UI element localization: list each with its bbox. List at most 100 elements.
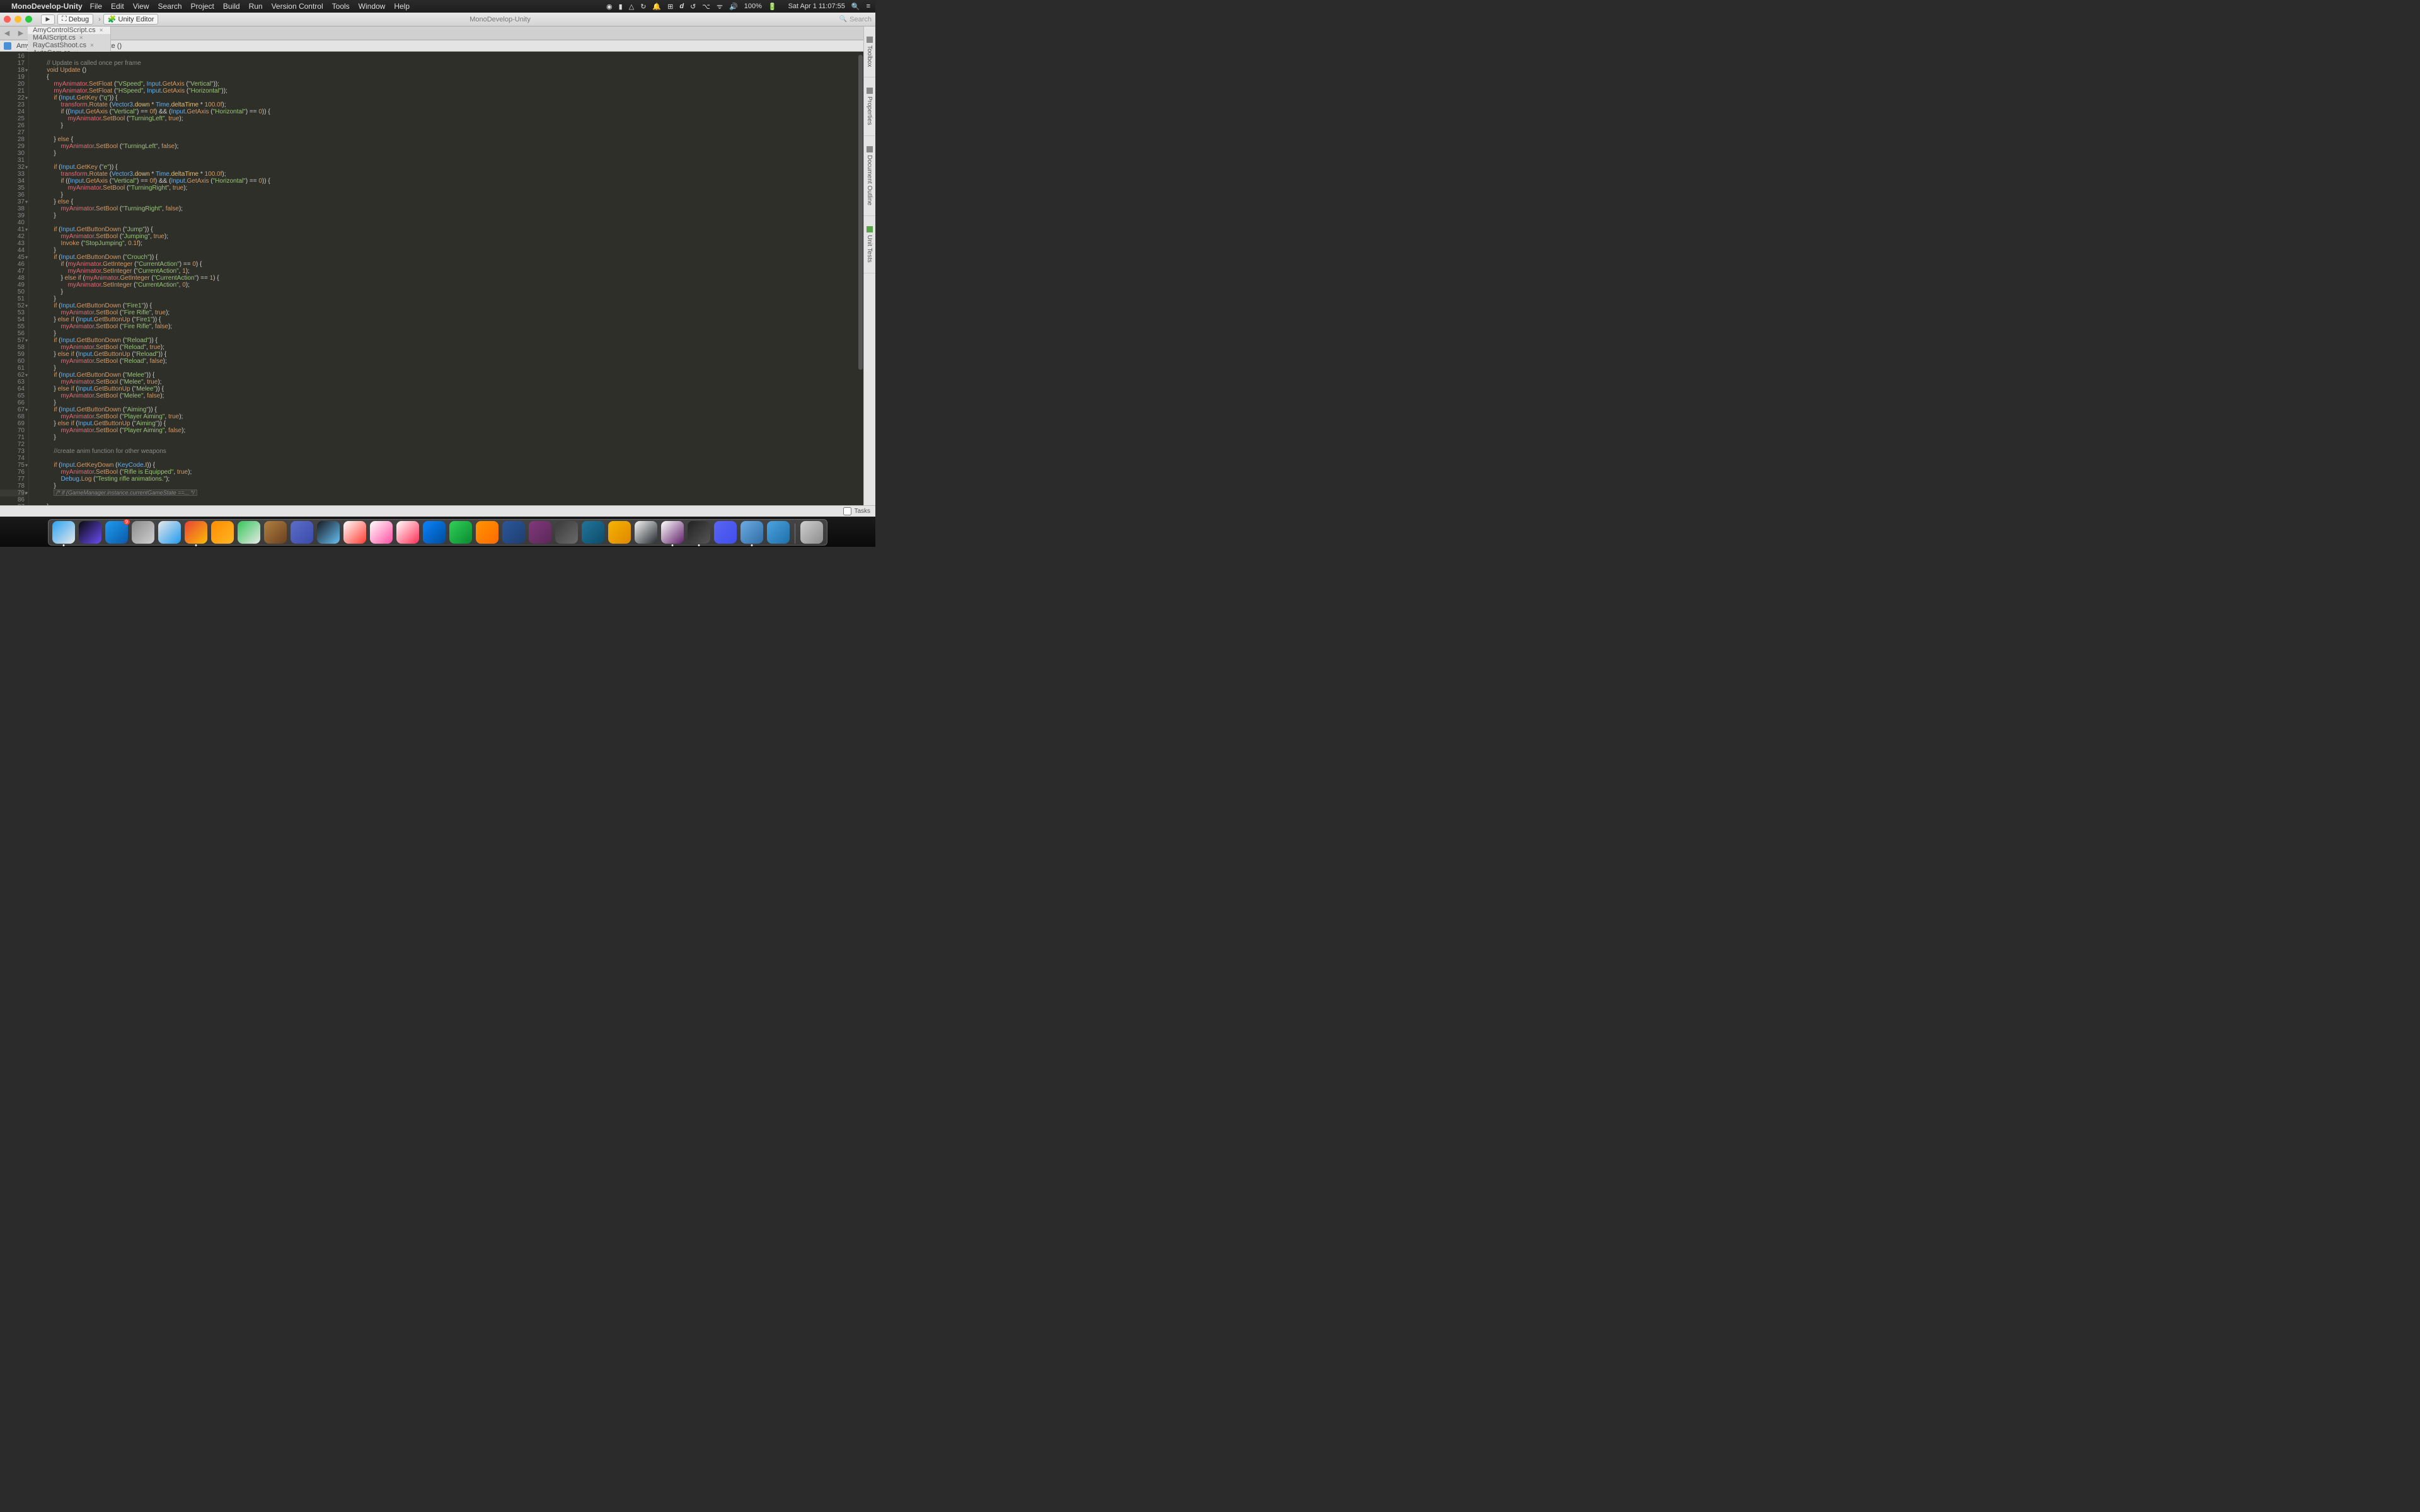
close-window-button[interactable] xyxy=(4,16,11,23)
code-line[interactable]: if (Input.GetButtonDown ("Crouch")) { xyxy=(33,254,863,261)
tasks-label[interactable]: Tasks xyxy=(854,508,870,515)
battery-icon[interactable]: 🔋 xyxy=(768,3,777,11)
zoom-window-button[interactable] xyxy=(25,16,32,23)
code-line[interactable]: //create anim function for other weapons xyxy=(33,448,863,455)
dock-maps-icon[interactable] xyxy=(238,521,260,544)
dock-ibooks-icon[interactable] xyxy=(476,521,498,544)
code-line[interactable]: } else if (Input.GetButtonUp ("Fire1")) … xyxy=(33,316,863,323)
code-line[interactable]: } xyxy=(33,399,863,406)
tab-amycontrolscript-cs[interactable]: AmyControlScript.cs× xyxy=(28,26,111,34)
code-line[interactable]: } else if (Input.GetButtonUp ("Melee")) … xyxy=(33,386,863,392)
fold-toggle-icon[interactable]: ▾ xyxy=(25,94,28,101)
code-line[interactable]: Debug.Log ("Testing rifle animations."); xyxy=(33,476,863,483)
fold-toggle-icon[interactable]: ▾ xyxy=(25,254,28,261)
fold-toggle-icon[interactable]: ▸ xyxy=(25,490,28,496)
dock-discord-icon[interactable] xyxy=(714,521,737,544)
fold-toggle-icon[interactable]: ▾ xyxy=(25,337,28,344)
dock-garageband-icon[interactable] xyxy=(264,521,287,544)
code-line[interactable] xyxy=(33,53,863,60)
code-line[interactable]: } xyxy=(33,247,863,254)
code-line[interactable]: void Update () xyxy=(33,67,863,74)
fold-toggle-icon[interactable]: ▾ xyxy=(25,67,28,74)
dock-finder-icon[interactable] xyxy=(52,521,75,544)
code-line[interactable]: myAnimator.SetBool ("TurningLeft", true)… xyxy=(33,115,863,122)
dock-unity-icon[interactable] xyxy=(688,521,710,544)
user-icon[interactable]: ◉ xyxy=(606,3,613,11)
code-line[interactable]: myAnimator.SetBool ("Reload", false); xyxy=(33,358,863,365)
code-line[interactable] xyxy=(33,129,863,136)
code-line[interactable]: if ((Input.GetAxis ("Vertical") == 0f) &… xyxy=(33,178,863,185)
menubar-clock[interactable]: Sat Apr 1 11:07:55 xyxy=(788,3,845,10)
nav-forward-button[interactable]: ▶ xyxy=(14,26,28,40)
code-line[interactable]: transform.Rotate (Vector3.down * Time.de… xyxy=(33,101,863,108)
dock-siri-icon[interactable] xyxy=(79,521,101,544)
code-line[interactable]: if (Input.GetButtonDown ("Reload")) { xyxy=(33,337,863,344)
search-field[interactable]: Search xyxy=(839,16,872,23)
run-target-selector[interactable]: 🧩Unity Editor xyxy=(103,14,159,25)
code-line[interactable]: } else if (Input.GetButtonUp ("Aiming"))… xyxy=(33,420,863,427)
close-tab-icon[interactable]: × xyxy=(90,42,94,49)
dock-safari-icon[interactable] xyxy=(158,521,181,544)
dock-screensharing-icon[interactable] xyxy=(767,521,790,544)
code-line[interactable]: if (Input.GetKey ("e")) { xyxy=(33,164,863,171)
bell-icon[interactable]: 🔔 xyxy=(652,3,661,11)
battery-text[interactable]: 100% xyxy=(744,3,762,10)
tasks-checkbox[interactable] xyxy=(843,507,851,515)
code-line[interactable]: if (myAnimator.GetInteger ("CurrentActio… xyxy=(33,261,863,268)
code-line[interactable]: myAnimator.SetInteger ("CurrentAction", … xyxy=(33,268,863,275)
notifications-icon[interactable]: ≡ xyxy=(867,3,870,10)
tab-m4aiscript-cs[interactable]: M4AIScript.cs× xyxy=(28,34,111,42)
menu-version-control[interactable]: Version Control xyxy=(272,2,323,11)
code-area[interactable]: // Update is called once per frame void … xyxy=(29,52,863,505)
code-line[interactable]: } else if (myAnimator.GetInteger ("Curre… xyxy=(33,275,863,282)
dock-slack-icon[interactable] xyxy=(661,521,684,544)
code-line[interactable]: if (Input.GetKey ("q")) { xyxy=(33,94,863,101)
code-line[interactable]: if (Input.GetKeyDown (KeyCode.I)) { xyxy=(33,462,863,469)
side-tab-properties[interactable]: Properties xyxy=(864,77,875,136)
dock-clock-icon[interactable] xyxy=(291,521,313,544)
code-line[interactable]: if ((Input.GetAxis ("Vertical") == 0f) &… xyxy=(33,108,863,115)
code-line[interactable] xyxy=(33,455,863,462)
timemachine-icon[interactable]: ↺ xyxy=(690,3,696,11)
code-line[interactable]: if (Input.GetButtonDown ("Melee")) { xyxy=(33,372,863,379)
code-line[interactable]: /* if (GameManager.instance.currentGameS… xyxy=(33,490,863,496)
d-icon[interactable]: d xyxy=(679,3,684,10)
fold-toggle-icon[interactable]: ▾ xyxy=(25,198,28,205)
nav-back-button[interactable]: ◀ xyxy=(0,26,14,40)
code-line[interactable]: myAnimator.SetBool ("Fire Rifle", false)… xyxy=(33,323,863,330)
menu-help[interactable]: Help xyxy=(394,2,410,11)
grid-icon[interactable]: ⊞ xyxy=(667,3,673,11)
code-line[interactable]: myAnimator.SetFloat ("HSpeed", Input.Get… xyxy=(33,88,863,94)
code-line[interactable]: myAnimator.SetBool ("TurningRight", true… xyxy=(33,185,863,192)
menu-view[interactable]: View xyxy=(133,2,149,11)
side-tab-unit-tests[interactable]: Unit Tests xyxy=(864,216,875,273)
code-line[interactable]: if (Input.GetButtonDown ("Aiming")) { xyxy=(33,406,863,413)
code-line[interactable]: myAnimator.SetBool ("Reload", true); xyxy=(33,344,863,351)
side-tab-document-outline[interactable]: Document Outline xyxy=(864,136,875,216)
code-line[interactable]: } xyxy=(33,212,863,219)
menu-run[interactable]: Run xyxy=(249,2,263,11)
dock-unicorn-icon[interactable] xyxy=(370,521,393,544)
menu-build[interactable]: Build xyxy=(223,2,240,11)
code-line[interactable]: if (Input.GetButtonDown ("Fire1")) { xyxy=(33,302,863,309)
dock-appstore-icon[interactable] xyxy=(105,521,128,544)
drive-icon[interactable]: △ xyxy=(629,3,634,11)
code-line[interactable]: { xyxy=(33,74,863,81)
dock-launchpad-icon[interactable] xyxy=(132,521,154,544)
code-line[interactable]: myAnimator.SetBool ("Player Aiming", fal… xyxy=(33,427,863,434)
side-tab-toolbox[interactable]: Toolbox xyxy=(864,26,875,77)
code-line[interactable]: myAnimator.SetBool ("Jumping", true); xyxy=(33,233,863,240)
code-line[interactable]: } xyxy=(33,434,863,441)
code-line[interactable]: } xyxy=(33,289,863,295)
dock-github-icon[interactable] xyxy=(635,521,657,544)
line-gutter[interactable]: 161718▾19202122▾23242526272829303132▾333… xyxy=(0,52,29,505)
run-button[interactable]: ▶ xyxy=(41,14,55,25)
code-line[interactable]: Invoke ("StopJumping", 0.1f); xyxy=(33,240,863,247)
sync-icon[interactable]: ↻ xyxy=(640,3,646,11)
code-line[interactable]: } xyxy=(33,122,863,129)
code-line[interactable]: myAnimator.SetBool ("TurningRight", fals… xyxy=(33,205,863,212)
fold-toggle-icon[interactable]: ▾ xyxy=(25,462,28,469)
code-line[interactable]: } else { xyxy=(33,136,863,143)
dock-calendar-icon[interactable] xyxy=(343,521,366,544)
dock-monodevelop-icon[interactable] xyxy=(740,521,763,544)
